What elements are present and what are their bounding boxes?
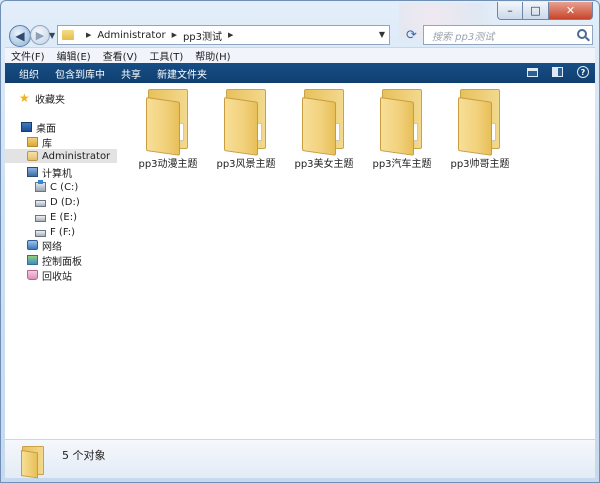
nav-label: F (F:) (50, 226, 76, 238)
chevron-right-icon[interactable]: ▶ (228, 31, 233, 39)
menu-file[interactable]: 文件(F) (5, 48, 51, 63)
nav-label: 回收站 (42, 271, 72, 283)
menu-tools[interactable]: 工具(T) (143, 48, 189, 63)
change-view-icon[interactable] (527, 67, 538, 77)
menu-help[interactable]: 帮助(H) (189, 48, 236, 63)
folder-label: pp3汽车主题 (372, 159, 432, 170)
command-bar-right: ? (527, 66, 589, 78)
network-icon (27, 240, 38, 250)
help-icon[interactable]: ? (577, 66, 589, 78)
address-bar[interactable]: ▶ Administrator ▶ pp3测试 ▶ ▼ (57, 25, 390, 45)
nav-library[interactable]: 库 (27, 135, 52, 150)
folder-icon (302, 89, 346, 156)
star-icon: ★ (19, 91, 30, 105)
drive-icon (35, 200, 46, 207)
file-list: pp3动漫主题 pp3风景主题 pp3美女主题 pp3汽车主题 pp3帅哥主题 (121, 83, 595, 439)
menu-view[interactable]: 查看(V) (97, 48, 144, 63)
folder-icon (62, 30, 74, 40)
nav-administrator[interactable]: Administrator (5, 149, 117, 163)
folder-item[interactable]: pp3美女主题 (287, 89, 361, 170)
preview-pane-icon[interactable] (552, 67, 563, 77)
chevron-right-icon[interactable]: ▶ (172, 31, 177, 39)
refresh-icon[interactable]: ⟳ (406, 28, 417, 43)
search-input[interactable]: 搜索 pp3测试 (423, 25, 593, 45)
nav-label: D (D:) (50, 196, 80, 208)
folder-icon (146, 89, 190, 156)
windows-drive-icon (35, 180, 46, 192)
folder-icon (458, 89, 502, 156)
recent-pages-dropdown[interactable]: ▼ (49, 31, 55, 40)
nav-drive-e[interactable]: E (E:) (35, 210, 77, 224)
folder-label: pp3美女主题 (294, 159, 354, 170)
nav-control-panel[interactable]: 控制面板 (27, 253, 82, 268)
nav-drive-d[interactable]: D (D:) (35, 195, 80, 209)
folder-label: pp3动漫主题 (138, 159, 198, 170)
recycle-bin-icon (27, 270, 38, 280)
drive-icon (35, 230, 46, 237)
nav-label: E (E:) (50, 211, 77, 223)
folder-label: pp3帅哥主题 (450, 159, 510, 170)
chevron-down-icon[interactable]: ▼ (379, 30, 385, 39)
nav-recycle-bin[interactable]: 回收站 (27, 268, 72, 283)
nav-favorites[interactable]: ★ 收藏夹 (19, 91, 65, 106)
arrow-left-icon: ◀ (15, 29, 25, 43)
arrow-right-icon: ▶ (35, 28, 45, 42)
nav-label: 计算机 (42, 168, 72, 180)
minimize-button[interactable]: – (497, 2, 523, 20)
nav-label: C (C:) (50, 181, 79, 193)
folder-icon (380, 89, 424, 156)
nav-computer[interactable]: 计算机 (27, 165, 72, 180)
nav-label: 库 (42, 138, 52, 150)
menu-bar: 文件(F) 编辑(E) 查看(V) 工具(T) 帮助(H) (5, 47, 595, 63)
window-controls: – □ ✕ (497, 2, 593, 20)
folder-item[interactable]: pp3汽车主题 (365, 89, 439, 170)
nav-label: 桌面 (36, 123, 56, 135)
folder-item[interactable]: pp3动漫主题 (131, 89, 205, 170)
control-panel-icon (27, 255, 38, 265)
breadcrumb-current-folder[interactable]: pp3测试 (183, 28, 222, 43)
back-button[interactable]: ◀ (9, 25, 31, 47)
nav-label: 控制面板 (42, 256, 82, 268)
nav-label: Administrator (42, 150, 111, 162)
details-pane: 5 个对象 (5, 439, 595, 479)
drive-icon (35, 215, 46, 222)
content-area: ★ 收藏夹 桌面 库 Administrator 计算机 C (C:) D (D… (5, 83, 595, 439)
nav-drive-c[interactable]: C (C:) (35, 180, 78, 194)
command-bar: 组织 包含到库中 共享 新建文件夹 ? (5, 63, 595, 83)
item-count: 5 个对象 (62, 449, 106, 462)
nav-network[interactable]: 网络 (27, 238, 62, 253)
library-icon (27, 137, 38, 147)
new-folder-button[interactable]: 新建文件夹 (149, 66, 215, 81)
folder-icon (21, 446, 45, 479)
explorer-window: – □ ✕ ◀ ▶ ▼ ▶ Administrator ▶ pp3测试 ▶ ▼ … (0, 0, 600, 483)
folder-label: pp3风景主题 (216, 159, 276, 170)
organize-button[interactable]: 组织 (11, 66, 47, 81)
include-in-library-button[interactable]: 包含到库中 (47, 66, 113, 81)
close-button[interactable]: ✕ (549, 2, 593, 20)
search-placeholder: 搜索 pp3测试 (432, 31, 495, 43)
nav-label: 收藏夹 (35, 94, 65, 106)
maximize-button[interactable]: □ (523, 2, 549, 20)
nav-desktop[interactable]: 桌面 (21, 120, 56, 135)
computer-icon (27, 167, 38, 177)
nav-label: 网络 (42, 241, 62, 253)
folder-icon (224, 89, 268, 156)
user-folder-icon (27, 151, 38, 161)
forward-button[interactable]: ▶ (30, 25, 50, 45)
menu-edit[interactable]: 编辑(E) (51, 48, 97, 63)
navigation-pane: ★ 收藏夹 桌面 库 Administrator 计算机 C (C:) D (D… (5, 83, 121, 439)
search-icon[interactable] (577, 29, 587, 39)
folder-item[interactable]: pp3风景主题 (209, 89, 283, 170)
share-button[interactable]: 共享 (113, 66, 149, 81)
breadcrumb-administrator[interactable]: Administrator (97, 30, 165, 41)
chevron-right-icon[interactable]: ▶ (86, 31, 91, 39)
desktop-icon (21, 122, 32, 132)
folder-item[interactable]: pp3帅哥主题 (443, 89, 517, 170)
